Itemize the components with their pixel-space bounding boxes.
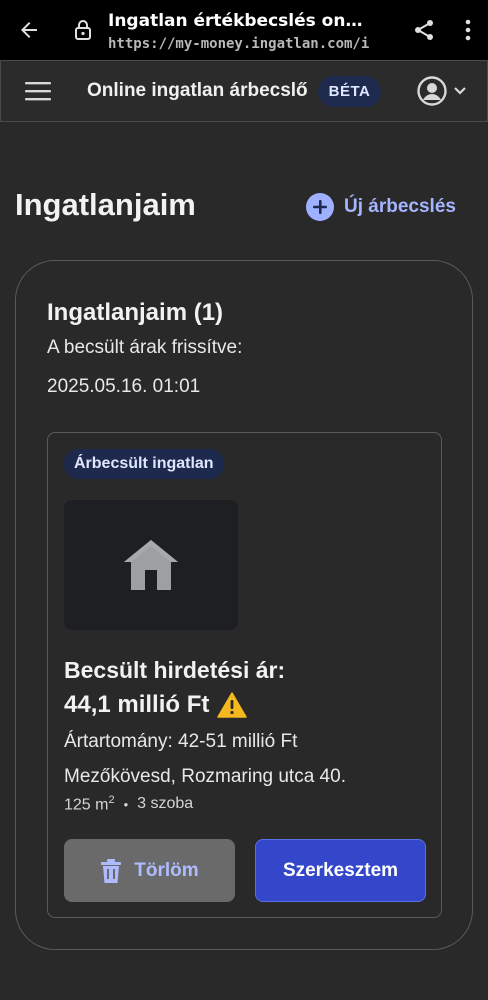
- profile-menu-button[interactable]: [417, 76, 467, 106]
- property-type-badge: Árbecsült ingatlan: [64, 449, 224, 479]
- house-icon: [124, 540, 178, 590]
- menu-button[interactable]: [1, 61, 75, 121]
- chevron-down-icon: [454, 87, 466, 95]
- browser-menu-button[interactable]: [448, 0, 488, 60]
- property-thumbnail: [64, 500, 238, 630]
- properties-card: Ingatlanjaim (1) A becsült árak frissítv…: [15, 260, 473, 950]
- share-icon: [415, 20, 433, 40]
- price-range: Ártartomány: 42-51 millió Ft: [64, 731, 298, 752]
- trash-icon: [101, 858, 122, 883]
- price-label: Becsült hirdetési ár:: [64, 657, 286, 683]
- hamburger-icon: [25, 82, 51, 101]
- browser-toolbar: Ingatlan értékbecslés on… https://my-mon…: [0, 0, 488, 60]
- beta-badge: BÉTA: [317, 75, 382, 107]
- property-area: 125 m2: [64, 794, 115, 814]
- site-info-button[interactable]: [58, 0, 108, 60]
- meta-separator: •: [123, 796, 129, 812]
- lock-icon: [75, 20, 91, 40]
- property-card: Árbecsült ingatlan Becsült hirdetési ár:…: [47, 432, 442, 918]
- arrow-back-icon: [21, 22, 37, 38]
- property-meta: 125 m2 • 3 szoba: [64, 794, 193, 814]
- plus-circle-icon: [306, 193, 334, 221]
- card-heading: Ingatlanjaim (1): [47, 299, 224, 326]
- delete-button[interactable]: Törlöm: [64, 839, 235, 902]
- price-row: 44,1 millió Ft: [64, 691, 248, 719]
- refresh-label: A becsült árak frissítve:: [47, 337, 243, 358]
- app-header: Online ingatlan árbecslő BÉTA: [0, 60, 488, 122]
- share-button[interactable]: [400, 0, 448, 60]
- page-title: Ingatlanjaim: [15, 187, 196, 222]
- address-bar[interactable]: Ingatlan értékbecslés on… https://my-mon…: [108, 9, 400, 52]
- more-vert-icon: [465, 19, 471, 41]
- edit-label: Szerkesztem: [282, 859, 399, 881]
- price-value: 44,1 millió Ft: [64, 691, 210, 718]
- property-address: Mezőkövesd, Rozmaring utca 40.: [64, 766, 346, 787]
- app-title: Online ingatlan árbecslő: [87, 80, 308, 101]
- tab-title: Ingatlan értékbecslés on…: [108, 10, 363, 31]
- new-estimate-button[interactable]: Új árbecslés: [306, 193, 456, 221]
- warning-icon[interactable]: [217, 692, 248, 718]
- new-estimate-label: Új árbecslés: [344, 196, 456, 217]
- user-circle-icon: [417, 76, 447, 106]
- refresh-date: 2025.05.16. 01:01: [47, 376, 201, 397]
- property-rooms: 3 szoba: [137, 795, 194, 813]
- back-button[interactable]: [0, 0, 58, 60]
- url-text: https://my-money.ingatlan.com/i: [108, 35, 370, 52]
- delete-label: Törlöm: [134, 859, 199, 881]
- edit-button[interactable]: Szerkesztem: [255, 839, 426, 902]
